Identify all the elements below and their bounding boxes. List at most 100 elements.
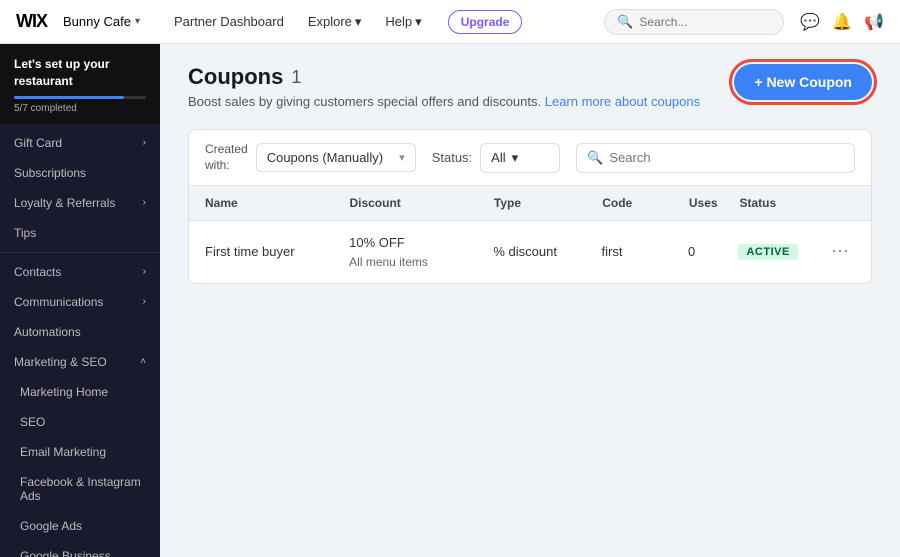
progress-label: 5/7 completed bbox=[14, 103, 146, 114]
sidebar-item-label: Communications bbox=[14, 295, 103, 309]
page-count: 1 bbox=[291, 67, 301, 88]
help-chevron-icon: ▾ bbox=[415, 14, 422, 30]
messages-icon[interactable]: 💬 bbox=[800, 12, 820, 32]
global-search-input[interactable] bbox=[639, 15, 771, 29]
created-with-filter: Createdwith: Coupons (Manually) ▾ bbox=[205, 142, 416, 173]
status-badge: ACTIVE bbox=[738, 244, 797, 260]
sidebar-item-marketing-home[interactable]: Marketing Home bbox=[0, 377, 160, 407]
sidebar-item-label: Marketing Home bbox=[20, 385, 108, 399]
status-filter: Status: All ▾ bbox=[432, 143, 560, 173]
cell-name: First time buyer bbox=[205, 244, 349, 259]
created-with-value: Coupons (Manually) bbox=[267, 150, 383, 165]
search-icon: 🔍 bbox=[617, 14, 633, 30]
nav-help[interactable]: Help ▾ bbox=[375, 10, 431, 34]
site-name-chevron-icon: ▾ bbox=[135, 16, 140, 27]
sidebar-divider bbox=[0, 252, 160, 253]
sidebar-item-label: Google Business Profile bbox=[20, 549, 146, 557]
new-coupon-button[interactable]: + New Coupon bbox=[734, 64, 872, 100]
coupon-search[interactable]: 🔍 bbox=[576, 143, 855, 173]
created-with-select[interactable]: Coupons (Manually) ▾ bbox=[256, 143, 416, 172]
notifications-icon[interactable]: 🔔 bbox=[832, 12, 852, 32]
sidebar-item-label: Automations bbox=[14, 325, 81, 339]
cell-actions: ⋯ bbox=[825, 239, 855, 264]
sidebar-item-gift-card[interactable]: Gift Card › bbox=[0, 128, 160, 158]
sidebar-item-label: Tips bbox=[14, 226, 36, 240]
sidebar-item-contacts[interactable]: Contacts › bbox=[0, 257, 160, 287]
coupons-table: Name Discount Type Code Uses Status Firs… bbox=[188, 186, 872, 284]
comms-chevron-icon: › bbox=[143, 296, 146, 307]
page-title: Coupons 1 bbox=[188, 64, 700, 90]
row-actions-button[interactable]: ⋯ bbox=[825, 239, 855, 264]
loyalty-chevron-icon: › bbox=[143, 197, 146, 208]
sidebar-item-seo[interactable]: SEO bbox=[0, 407, 160, 437]
sidebar-item-label: Gift Card bbox=[14, 136, 62, 150]
search-icon: 🔍 bbox=[587, 150, 603, 166]
sidebar-item-email-marketing[interactable]: Email Marketing bbox=[0, 437, 160, 467]
upgrade-button[interactable]: Upgrade bbox=[448, 10, 523, 34]
sidebar-item-label: Google Ads bbox=[20, 519, 82, 533]
top-nav: WIX Bunny Cafe ▾ Partner Dashboard Explo… bbox=[0, 0, 900, 44]
cell-discount: 10% OFF All menu items bbox=[349, 233, 493, 271]
col-uses: Uses bbox=[689, 196, 740, 210]
sidebar-item-label: Subscriptions bbox=[14, 166, 86, 180]
nav-links: Partner Dashboard Explore ▾ Help ▾ bbox=[164, 10, 432, 34]
status-select[interactable]: All ▾ bbox=[480, 143, 560, 173]
col-name: Name bbox=[205, 196, 349, 210]
nav-explore[interactable]: Explore ▾ bbox=[298, 10, 372, 34]
learn-more-link[interactable]: Learn more about coupons bbox=[545, 94, 700, 109]
sidebar-item-label: Facebook & Instagram Ads bbox=[20, 475, 146, 503]
setup-text: Let's set up your restaurant bbox=[14, 56, 146, 90]
nav-icons: 💬 🔔 📢 bbox=[800, 12, 884, 32]
sidebar-item-label: SEO bbox=[20, 415, 45, 429]
table-header: Name Discount Type Code Uses Status bbox=[189, 186, 871, 221]
col-discount: Discount bbox=[349, 196, 493, 210]
sidebar-item-label: Marketing & SEO bbox=[14, 355, 107, 369]
page-title-text: Coupons bbox=[188, 64, 283, 90]
cell-code: first bbox=[602, 244, 689, 259]
table-row: First time buyer 10% OFF All menu items … bbox=[189, 221, 871, 283]
filter-bar: Createdwith: Coupons (Manually) ▾ Status… bbox=[188, 129, 872, 186]
col-status: Status bbox=[739, 196, 826, 210]
announcements-icon[interactable]: 📢 bbox=[864, 12, 884, 32]
sidebar-item-tips[interactable]: Tips bbox=[0, 218, 160, 248]
sidebar-item-marketing-seo[interactable]: Marketing & SEO ˄ bbox=[0, 347, 160, 377]
sidebar-item-loyalty[interactable]: Loyalty & Referrals › bbox=[0, 188, 160, 218]
gift-card-chevron-icon: › bbox=[143, 137, 146, 148]
sidebar-item-automations[interactable]: Automations bbox=[0, 317, 160, 347]
explore-chevron-icon: ▾ bbox=[355, 14, 362, 30]
cell-uses: 0 bbox=[688, 244, 738, 259]
sidebar-item-label: Loyalty & Referrals bbox=[14, 196, 115, 210]
sidebar-header: Let's set up your restaurant 5/7 complet… bbox=[0, 44, 160, 124]
sidebar-item-subscriptions[interactable]: Subscriptions bbox=[0, 158, 160, 188]
sidebar-item-fb-ads[interactable]: Facebook & Instagram Ads bbox=[0, 467, 160, 511]
main-content: Coupons 1 Boost sales by giving customer… bbox=[160, 44, 900, 557]
sidebar-item-communications[interactable]: Communications › bbox=[0, 287, 160, 317]
created-with-label: Createdwith: bbox=[205, 142, 248, 173]
discount-label: 10% OFF bbox=[349, 233, 493, 253]
status-chevron-icon: ▾ bbox=[512, 150, 519, 166]
status-label: Status: bbox=[432, 150, 472, 165]
progress-bar bbox=[14, 96, 146, 99]
page-subtitle: Boost sales by giving customers special … bbox=[188, 94, 700, 109]
sidebar: Let's set up your restaurant 5/7 complet… bbox=[0, 44, 160, 557]
status-value: All bbox=[491, 150, 505, 165]
page-header: Coupons 1 Boost sales by giving customer… bbox=[188, 64, 872, 109]
coupon-search-input[interactable] bbox=[609, 150, 844, 165]
global-search[interactable]: 🔍 bbox=[604, 9, 784, 35]
wix-logo: WIX bbox=[16, 11, 47, 32]
marketing-chevron-icon: ˄ bbox=[140, 356, 146, 367]
nav-partner-dashboard[interactable]: Partner Dashboard bbox=[164, 10, 294, 33]
col-type: Type bbox=[494, 196, 602, 210]
sidebar-item-google-ads[interactable]: Google Ads bbox=[0, 511, 160, 541]
sidebar-item-label: Contacts bbox=[14, 265, 61, 279]
sidebar-item-label: Email Marketing bbox=[20, 445, 106, 459]
sidebar-item-google-business[interactable]: Google Business Profile bbox=[0, 541, 160, 557]
sidebar-section: Gift Card › Subscriptions Loyalty & Refe… bbox=[0, 124, 160, 557]
discount-sub: All menu items bbox=[349, 253, 493, 271]
contacts-chevron-icon: › bbox=[143, 266, 146, 277]
col-code: Code bbox=[602, 196, 689, 210]
page-title-area: Coupons 1 Boost sales by giving customer… bbox=[188, 64, 700, 109]
site-name-selector[interactable]: Bunny Cafe ▾ bbox=[63, 14, 140, 29]
cell-status: ACTIVE bbox=[738, 243, 825, 260]
progress-fill bbox=[14, 96, 124, 99]
